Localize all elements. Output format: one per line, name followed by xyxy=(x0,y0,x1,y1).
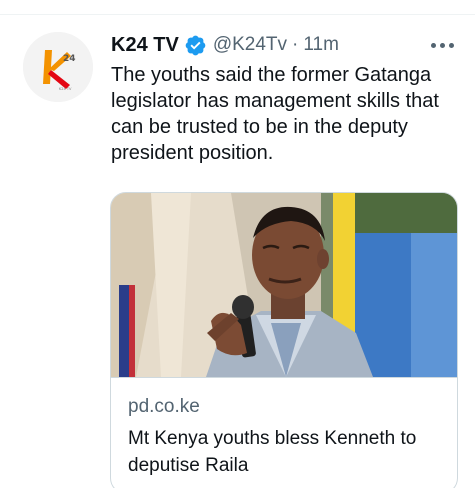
verified-badge-icon xyxy=(184,34,207,57)
card-divider xyxy=(111,377,457,378)
link-card[interactable]: pd.co.ke Mt Kenya youths bless Kenneth t… xyxy=(110,192,458,488)
tweet-header: K24 TV @K24Tv · 11m xyxy=(111,31,466,59)
tweet-text: The youths said the former Gatanga legis… xyxy=(111,64,439,164)
header-separator: · xyxy=(292,34,299,55)
tweet-article[interactable]: 24 K24 TV K24 TV @K24Tv · 11m The youths… xyxy=(0,0,475,488)
author-display-name[interactable]: K24 TV xyxy=(111,34,179,57)
more-horizontal-icon[interactable] xyxy=(431,42,455,50)
card-title[interactable]: Mt Kenya youths bless Kenneth to deputis… xyxy=(128,425,448,479)
tweet-timestamp[interactable]: 11m xyxy=(303,34,339,56)
card-domain: pd.co.ke xyxy=(128,396,200,417)
avatar-subtext: K24 TV xyxy=(59,87,72,91)
top-divider xyxy=(0,14,475,15)
news-photo-image xyxy=(111,193,457,377)
k24-logo-icon: 24 K24 TV xyxy=(23,32,93,102)
avatar-text: 24 xyxy=(63,54,76,64)
card-image[interactable] xyxy=(111,193,457,377)
avatar[interactable]: 24 K24 TV xyxy=(23,32,93,102)
author-handle[interactable]: @K24Tv xyxy=(213,34,287,56)
